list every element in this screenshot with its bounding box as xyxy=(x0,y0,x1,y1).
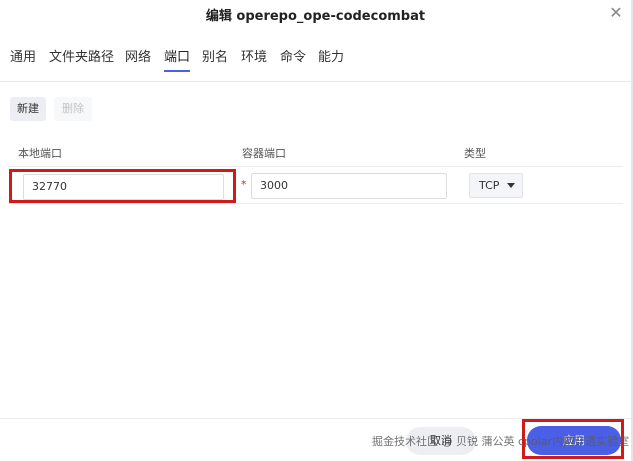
tab-command[interactable]: 命令 xyxy=(280,46,306,72)
protocol-select[interactable]: TCP xyxy=(469,173,523,198)
delete-button[interactable]: 删除 xyxy=(54,97,92,121)
highlight-box-local-port xyxy=(9,169,236,203)
tab-alias[interactable]: 别名 xyxy=(202,46,228,72)
container-port-input[interactable]: 3000 xyxy=(251,173,447,199)
tab-network[interactable]: 网络 xyxy=(125,46,151,72)
new-button[interactable]: 新建 xyxy=(10,97,46,121)
caret-down-icon xyxy=(507,183,515,188)
port-table-header: 本地端口 容器端口 类型 xyxy=(8,139,623,167)
column-local-port: 本地端口 xyxy=(18,147,62,160)
tab-general[interactable]: 通用 xyxy=(10,46,36,72)
dialog-header: 编辑 operepo_ope-codecombat ✕ xyxy=(0,0,631,28)
required-marker: * xyxy=(241,178,247,191)
edit-container-dialog: 编辑 operepo_ope-codecombat ✕ 通用 文件夹路径 网络 … xyxy=(0,0,633,461)
tab-port[interactable]: 端口 xyxy=(164,46,191,72)
tab-folder-path[interactable]: 文件夹路径 xyxy=(49,46,114,72)
close-icon[interactable]: ✕ xyxy=(607,4,625,22)
watermark-text: 掘金技术社区 @ 贝锐 蒲公英 cpolar内网穿透实验室 xyxy=(372,435,630,448)
column-type: 类型 xyxy=(464,147,486,160)
tab-capability[interactable]: 能力 xyxy=(318,46,344,72)
tab-environment[interactable]: 环境 xyxy=(241,46,267,72)
column-container-port: 容器端口 xyxy=(242,147,286,160)
protocol-select-value: TCP xyxy=(479,179,500,192)
tab-bar: 通用 文件夹路径 网络 端口 别名 环境 命令 能力 xyxy=(0,36,631,82)
dialog-title: 编辑 operepo_ope-codecombat xyxy=(205,9,426,24)
